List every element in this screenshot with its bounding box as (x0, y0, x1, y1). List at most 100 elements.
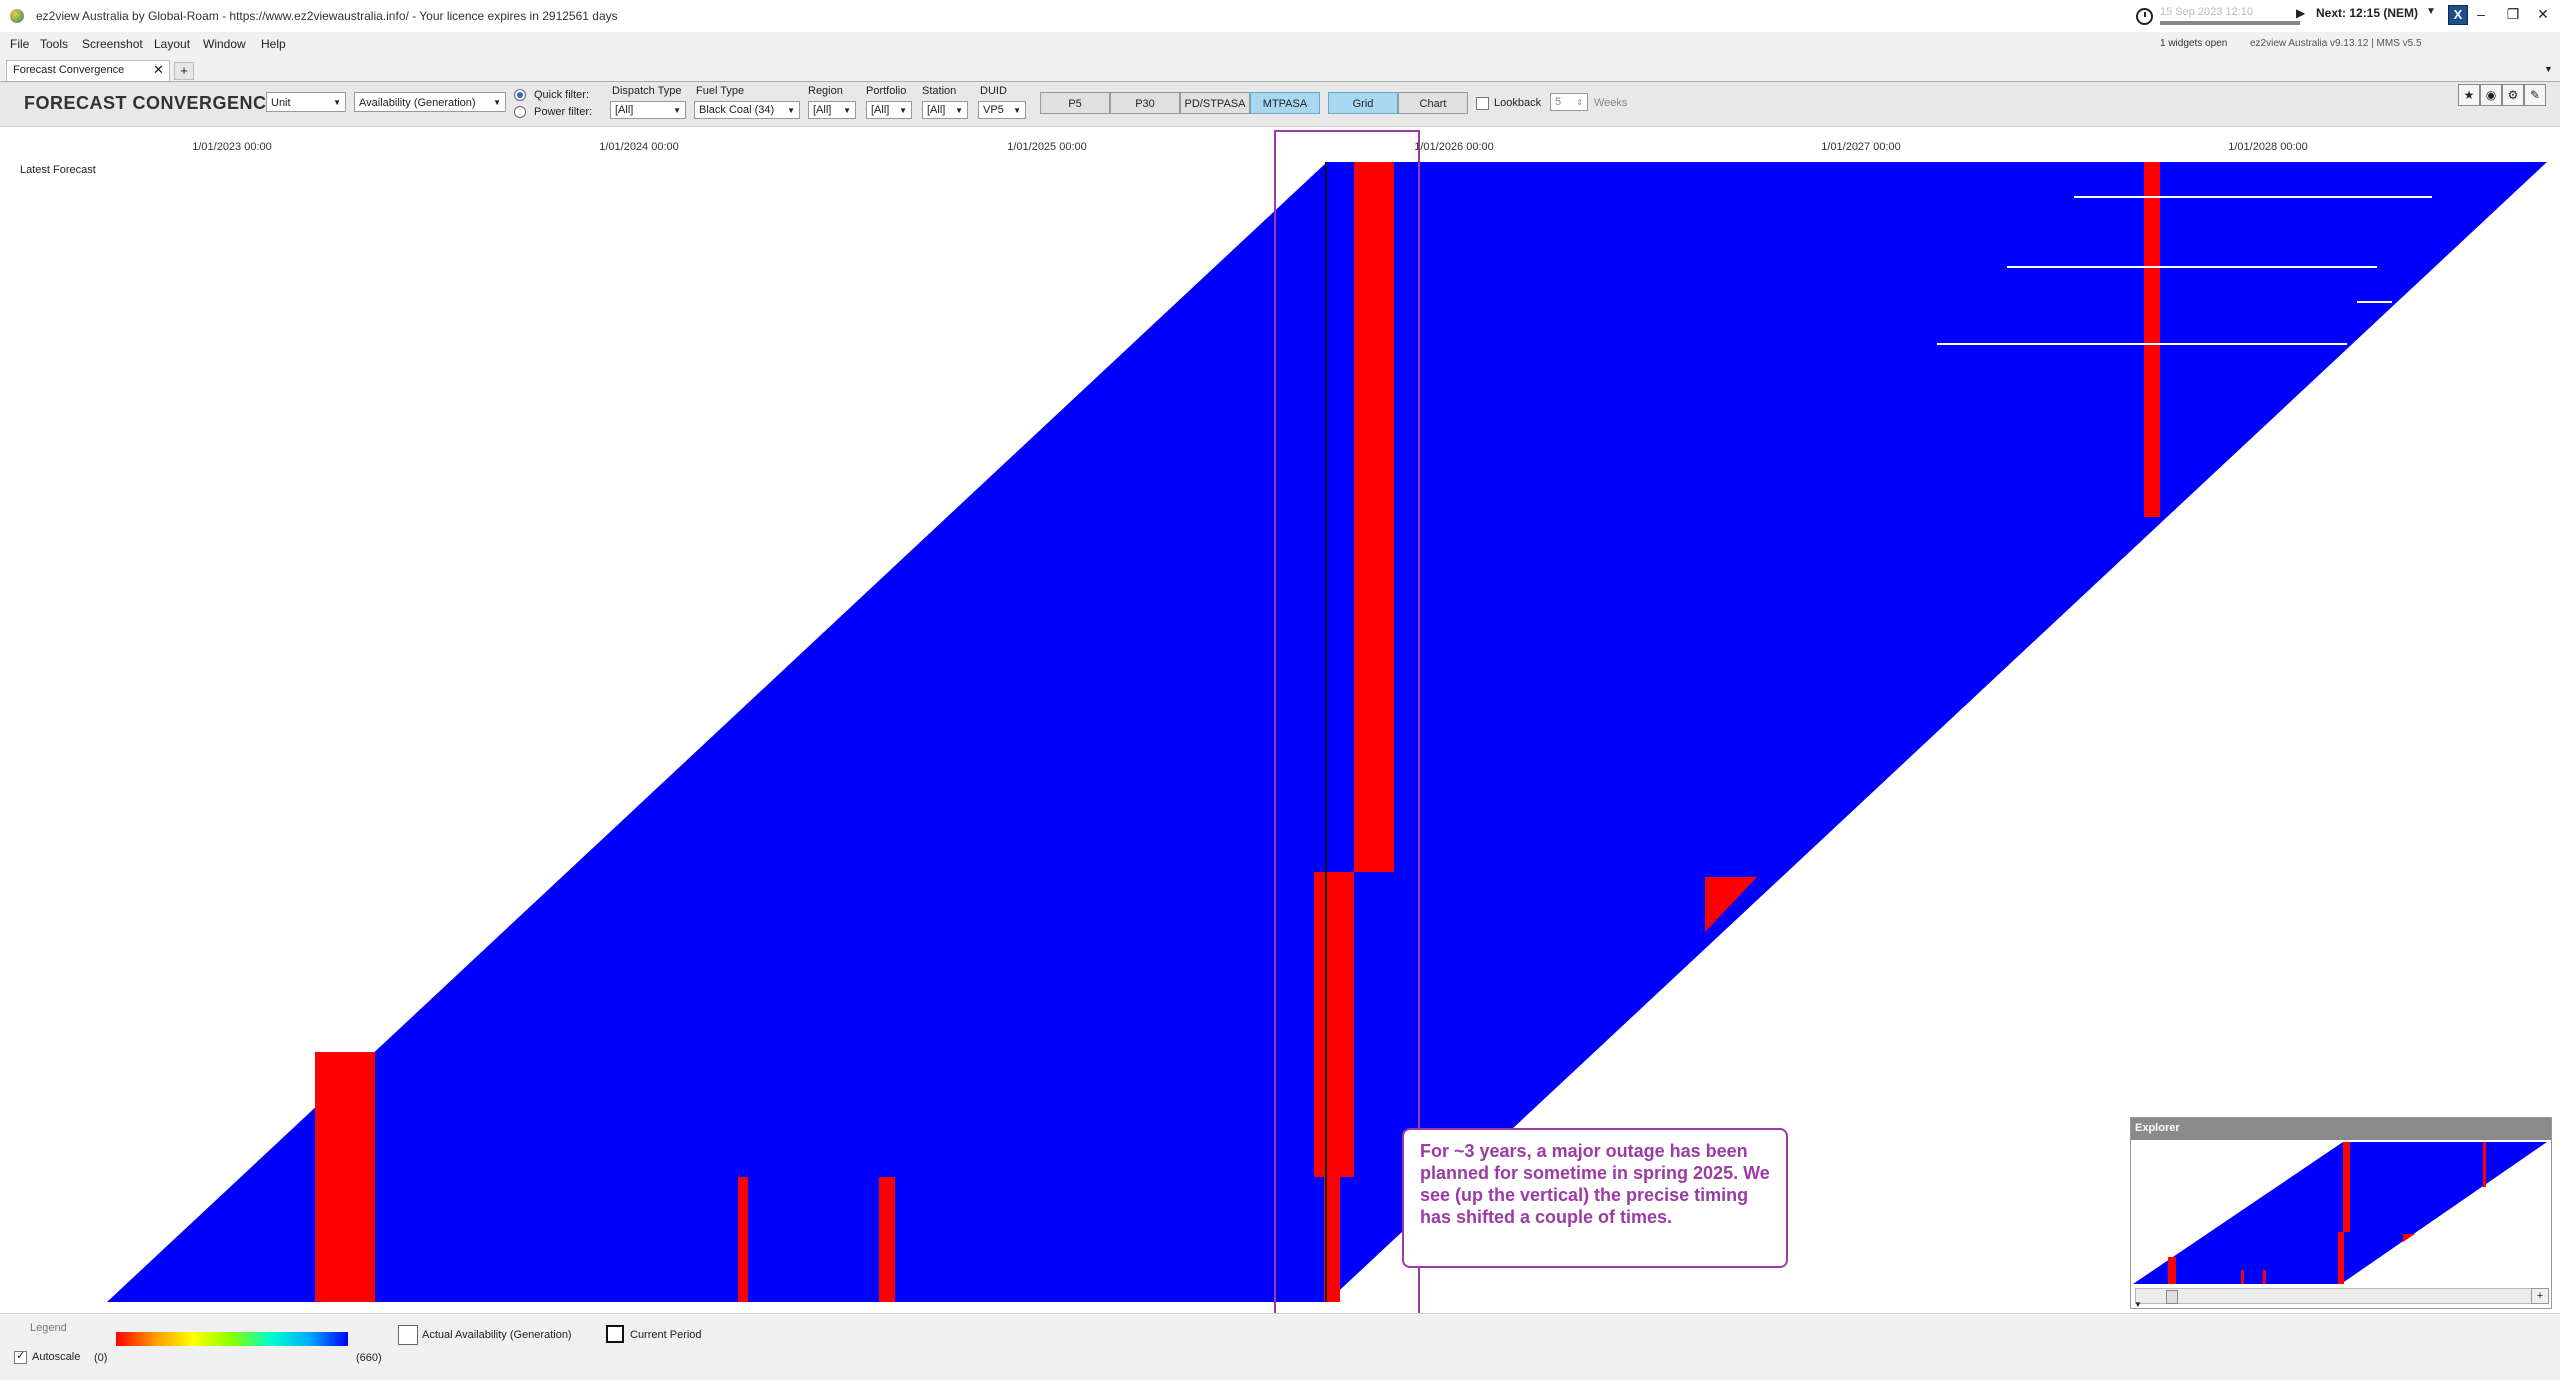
quick-filter-label: Quick filter: (534, 89, 590, 101)
chevron-down-icon: ▼ (1013, 106, 1021, 115)
power-filter-radio[interactable] (514, 106, 526, 118)
chevron-down-icon[interactable]: ▼ (2544, 64, 2553, 74)
color-scale-gradient (116, 1332, 348, 1346)
restore-button[interactable]: ❐ (2498, 6, 2528, 23)
annotation-highlight-box (1274, 130, 1420, 1328)
legend-max-label: (660) (356, 1352, 382, 1364)
explorer-title: Explorer (2135, 1122, 2180, 1134)
x-tick: 1/01/2028 00:00 (2228, 141, 2308, 153)
explorer-header: Explorer (2131, 1118, 2551, 1140)
minimap-outage (2168, 1257, 2176, 1284)
favourite-icon[interactable]: ★ (2458, 84, 2480, 106)
menu-tools[interactable]: Tools (40, 37, 68, 51)
time-slider[interactable]: 15 Sep 2023 12:10 (2160, 6, 2300, 25)
chevron-down-icon: ▼ (955, 106, 963, 115)
power-filter-label: Power filter: (534, 106, 593, 118)
station-select[interactable]: [All] ▼ (922, 101, 968, 119)
duid-select[interactable]: VP5 ▼ (978, 101, 1026, 119)
dispatch-type-label: Dispatch Type (612, 85, 682, 97)
autoscale-label: Autoscale (32, 1351, 81, 1363)
menu-layout[interactable]: Layout (154, 37, 190, 51)
explorer-scroll-thumb[interactable] (2166, 1290, 2178, 1304)
view-p5-button[interactable]: P5 (1040, 92, 1110, 114)
camera-icon[interactable]: ◉ (2480, 84, 2502, 106)
explorer-minimap[interactable] (2133, 1142, 2547, 1286)
widget-title: FORECAST CONVERGENCE (24, 93, 280, 113)
minimap-outage (2343, 1142, 2350, 1232)
menu-file[interactable]: File (10, 37, 29, 51)
chevron-down-icon: ▼ (673, 106, 681, 115)
portfolio-select[interactable]: [All] ▼ (866, 101, 912, 119)
x-tick: 1/01/2025 00:00 (1007, 141, 1087, 153)
minimize-button[interactable]: – (2466, 6, 2496, 22)
view-mtpasa-button[interactable]: MTPASA (1250, 92, 1320, 114)
outage-block (738, 1177, 748, 1302)
chevron-down-icon: ▼ (333, 98, 341, 107)
lookback-unit: Weeks (1594, 97, 1628, 109)
fuel-type-select[interactable]: Black Coal (34) ▼ (694, 101, 800, 119)
lookback-spinner[interactable]: 5 ⇕ (1550, 93, 1588, 111)
duid-value: VP5 (983, 104, 1004, 116)
latest-forecast-label: Latest Forecast (20, 164, 96, 176)
chevron-down-icon: ▼ (899, 106, 907, 115)
quick-filter-radio[interactable] (514, 89, 526, 101)
explorer-scrollbar[interactable] (2135, 1288, 2533, 1304)
region-select[interactable]: [All] ▼ (808, 101, 856, 119)
play-icon[interactable]: ▶ (2296, 6, 2305, 20)
minimap-outage (2403, 1234, 2415, 1242)
window-title: ez2view Australia by Global-Roam - https… (36, 9, 618, 23)
minimap-outage (2483, 1142, 2486, 1187)
view-p30-button[interactable]: P30 (1110, 92, 1180, 114)
mode-grid-button[interactable]: Grid (1328, 92, 1398, 114)
tab-bar (0, 57, 2560, 83)
view-pdstpasa-button[interactable]: PD/STPASA (1180, 92, 1250, 114)
ez2view-logo[interactable]: X (2448, 5, 2468, 25)
x-tick: 1/01/2026 00:00 (1414, 141, 1494, 153)
explorer-panel[interactable]: Explorer + (2130, 1117, 2552, 1309)
settings-icon[interactable]: ⚙ (2502, 84, 2524, 106)
metric-select[interactable]: Availability (Generation) ▼ (354, 92, 506, 112)
minimap-outage (2338, 1232, 2344, 1284)
explorer-zoom-button[interactable]: + (2531, 1288, 2549, 1304)
close-icon[interactable]: ✕ (153, 62, 164, 78)
lookback-checkbox[interactable] (1476, 97, 1489, 110)
actual-availability-toggle[interactable] (398, 1325, 418, 1345)
clock-icon[interactable] (2136, 8, 2153, 25)
menu-bar: File Tools Screenshot Layout Window Help (0, 32, 2100, 56)
chevron-down-icon: ▼ (843, 106, 851, 115)
menu-help[interactable]: Help (261, 37, 286, 51)
minimap-outage (2241, 1270, 2244, 1284)
outage-block (879, 1177, 895, 1302)
lookback-label: Lookback (1494, 97, 1542, 109)
outage-block (2144, 162, 2160, 517)
comment-icon[interactable]: ✎ (2524, 84, 2546, 106)
x-tick: 1/01/2027 00:00 (1821, 141, 1901, 153)
chevron-down-icon: ▼ (787, 106, 795, 115)
lookback-value: 5 (1555, 96, 1562, 108)
portfolio-value: [All] (871, 104, 890, 116)
dispatch-type-value: [All] (615, 104, 634, 116)
tab-forecast-convergence[interactable]: Forecast Convergence ✕ (6, 60, 170, 81)
fuel-type-label: Fuel Type (696, 85, 745, 97)
dispatch-type-select[interactable]: [All] ▼ (610, 101, 686, 119)
x-tick: 1/01/2024 00:00 (599, 141, 679, 153)
widgets-open-count: 1 widgets open (2160, 38, 2228, 49)
current-period-toggle[interactable] (606, 1325, 624, 1343)
mode-chart-button[interactable]: Chart (1398, 92, 1468, 114)
version-label: ez2view Australia v9.13.12 | MMS v5.5 (2250, 38, 2422, 49)
menu-window[interactable]: Window (203, 37, 246, 51)
legend-min-label: (0) (94, 1352, 108, 1364)
add-tab-button[interactable]: + (174, 62, 194, 80)
unit-select[interactable]: Unit ▼ (266, 92, 346, 112)
region-label: Region (808, 85, 843, 97)
menu-screenshot[interactable]: Screenshot (82, 37, 143, 51)
chevron-down-icon[interactable]: ▼ (2426, 6, 2436, 17)
x-tick: 1/01/2023 00:00 (192, 141, 272, 153)
metric-select-value: Availability (Generation) (359, 97, 476, 109)
outage-block (315, 1052, 375, 1302)
chevron-down-icon[interactable]: ▼ (2134, 1300, 2142, 1309)
close-button[interactable]: ✕ (2528, 6, 2558, 23)
annotation-callout: For ~3 years, a major outage has been pl… (1402, 1128, 1788, 1268)
autoscale-checkbox[interactable] (14, 1349, 27, 1364)
station-value: [All] (927, 104, 946, 116)
